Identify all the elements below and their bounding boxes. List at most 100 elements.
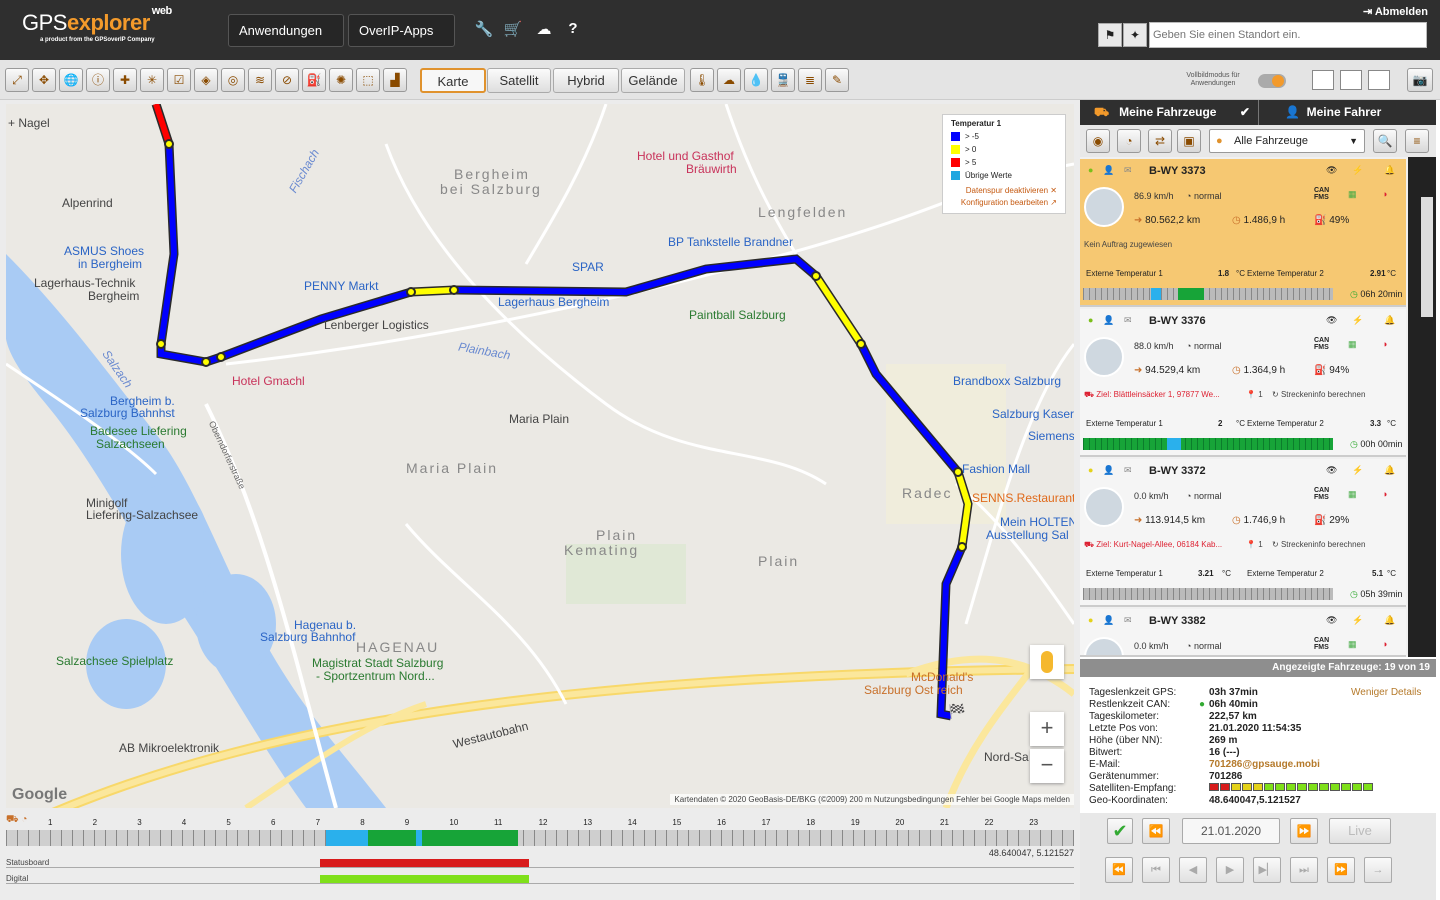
mail-icon[interactable]: ✉ [1124, 615, 1132, 626]
train-icon[interactable]: 🚆 [771, 68, 795, 92]
live-button[interactable]: Live [1329, 818, 1391, 844]
layers-icon[interactable]: ≣ [798, 68, 822, 92]
vehicle-card[interactable]: ● 👤 ✉ B-WY 3372 👁 ⚡ 🔔 0.0 km/h ◔ normal … [1080, 459, 1406, 607]
maptype-satellit[interactable]: Satellit [487, 68, 551, 93]
play-button[interactable]: ▶ [1216, 857, 1244, 883]
route-tool-icon[interactable]: ⤢ [5, 68, 29, 92]
checkmark-button[interactable]: ✔ [1107, 818, 1133, 844]
skip-end-button[interactable]: ⏭ [1290, 857, 1318, 883]
wrench-icon[interactable]: 🔧 [474, 20, 494, 38]
screen-icon[interactable]: ▣ [1177, 129, 1201, 153]
eye-icon[interactable]: 👁 [1326, 465, 1337, 476]
location-pin-button[interactable]: ⚑ [1098, 23, 1122, 47]
menu-overip-apps[interactable]: OverIP-Apps⌵ [348, 14, 455, 69]
mail-icon[interactable]: ✉ [1124, 315, 1132, 326]
vehicle-speed: 88.0 km/h [1134, 341, 1174, 351]
select-tool-icon[interactable]: ⬚ [356, 68, 380, 92]
chart-tool-icon[interactable]: ▟ [383, 68, 407, 92]
fuel-tool-icon[interactable]: ⛽ [302, 68, 326, 92]
route-info-link[interactable]: ↻ Streckeninfo berechnen [1272, 390, 1365, 399]
camera-icon[interactable]: 📷 [1407, 68, 1433, 92]
vehicle-destination[interactable]: ⛟ Ziel: Blättleinsäcker 1, 97877 We... [1084, 390, 1220, 400]
poi-add-icon[interactable]: ✳ [140, 68, 164, 92]
magic-wand-button[interactable]: ✦ [1123, 23, 1147, 47]
next-day-button[interactable]: ⏩ [1290, 818, 1318, 844]
thermometer-icon[interactable]: 🌡 [690, 68, 714, 92]
legend-deactivate-link[interactable]: Datenspur deaktivieren ✕ [951, 185, 1057, 197]
vehicle-card[interactable]: ● 👤 ✉ B-WY 3376 👁 ⚡ 🔔 88.0 km/h ◔ normal… [1080, 309, 1406, 457]
world-tool-icon[interactable]: 🌐 [59, 68, 83, 92]
pegman-icon[interactable] [1030, 645, 1064, 679]
eye-icon[interactable]: 👁 [1326, 165, 1337, 176]
map-attribution[interactable]: Kartendaten © 2020 GeoBasis-DE/BKG (©200… [670, 794, 1074, 805]
layout-right-icon[interactable] [1368, 70, 1390, 90]
route-info-link[interactable]: ↻ Streckeninfo berechnen [1272, 540, 1365, 549]
eye-icon[interactable]: 👁 [1326, 315, 1337, 326]
area-tool-icon[interactable]: ◈ [194, 68, 218, 92]
timeline[interactable]: ⛟ ◔ 1 2 3 4 5 6 7 8 9 10 11 12 13 14 15 16 17 18 19 20 21 22 2… [6, 814, 1074, 886]
rewind-fast-button[interactable]: ⏪ [1105, 857, 1133, 883]
swap-icon[interactable]: ⇄ [1148, 129, 1172, 153]
fullmode-toggle[interactable] [1258, 74, 1286, 88]
pen-icon[interactable]: ✎ [825, 68, 849, 92]
move-tool-icon[interactable]: ✥ [32, 68, 56, 92]
help-icon[interactable]: ? [563, 20, 583, 37]
circle-tool-icon[interactable]: ◎ [221, 68, 245, 92]
maptype-gelaende[interactable]: Gelände [621, 68, 685, 93]
fire-tool-icon[interactable]: ✺ [329, 68, 353, 92]
cloud-icon[interactable]: ☁ [534, 20, 554, 38]
ruler-tool-icon[interactable]: ⊘ [275, 68, 299, 92]
previous-day-button[interactable]: ⏪ [1142, 818, 1170, 844]
eye-icon[interactable]: 👁 [1326, 615, 1337, 626]
forward-fast-button[interactable]: ⏩ [1327, 857, 1355, 883]
maptype-karte[interactable]: Karte [420, 68, 486, 93]
zoom-in-button[interactable]: + [1030, 712, 1064, 746]
skip-start-button[interactable]: ⏮ [1142, 857, 1170, 883]
timeline-hour-label: 7 [315, 818, 321, 827]
gauge-icon[interactable]: ◔ [1117, 129, 1141, 153]
location-search-input[interactable] [1149, 22, 1427, 48]
mail-icon[interactable]: ✉ [1124, 465, 1132, 476]
vehicle-card[interactable]: ● 👤 ✉ B-WY 3373 👁 ⚡ 🔔 86.9 km/h ◔ normal… [1080, 159, 1406, 307]
status-dot-icon: ● [1088, 465, 1094, 475]
map-label-bergheim-area2: bei Salzburg [440, 181, 542, 197]
less-details-link[interactable]: Weniger Details [1351, 687, 1421, 698]
vehicle-card[interactable]: ● 👤 ✉ B-WY 3382 👁 ⚡ 🔔 0.0 km/h ◔ normal … [1080, 609, 1406, 657]
return-button[interactable]: → [1364, 857, 1392, 883]
target-icon[interactable]: ◉ [1086, 129, 1110, 153]
step-back-button[interactable]: ◀ [1179, 857, 1207, 883]
bell-icon[interactable]: 🔔 [1384, 315, 1395, 326]
bell-icon[interactable]: 🔔 [1384, 615, 1395, 626]
poi-tool-icon[interactable]: ✚ [113, 68, 137, 92]
weather-icon[interactable]: ☁ [717, 68, 741, 92]
info-tool-icon[interactable]: ⓘ [86, 68, 110, 92]
logout-link[interactable]: ⇥ Abmelden [1363, 5, 1428, 18]
signal-tool-icon[interactable]: ≋ [248, 68, 272, 92]
vehicle-destination[interactable]: ⛟ Ziel: Kurt-Nagel-Allee, 06184 Kab... [1084, 540, 1222, 550]
vehicle-list-scrollbar[interactable] [1408, 157, 1436, 657]
cart-icon[interactable]: 🛒 [503, 20, 523, 38]
step-forward-button[interactable]: ▶▏ [1253, 857, 1281, 883]
timeline-bar[interactable] [6, 830, 1074, 846]
menu-icon[interactable]: ≡ [1405, 129, 1429, 153]
mail-icon[interactable]: ✉ [1124, 165, 1132, 176]
drop-icon[interactable]: 💧 [744, 68, 768, 92]
layout-left-icon[interactable] [1312, 70, 1334, 90]
bell-icon[interactable]: 🔔 [1384, 165, 1395, 176]
vehicle-speed: 0.0 km/h [1134, 491, 1169, 501]
maptype-hybrid[interactable]: Hybrid [553, 68, 619, 93]
checklist-icon[interactable]: ☑ [167, 68, 191, 92]
layout-top-icon[interactable] [1340, 70, 1362, 90]
search-icon[interactable]: 🔍 [1373, 129, 1397, 153]
vehicle-hours: ◷ 1.486,9 h [1232, 215, 1286, 226]
map-canvas[interactable]: 🏁 + Nagel Alpenrind ASMUS Shoes in Bergh… [6, 104, 1074, 808]
email-link[interactable]: 701286@gpsauge.mobi [1209, 759, 1320, 770]
bell-icon[interactable]: 🔔 [1384, 465, 1395, 476]
vehicle-filter-select[interactable]: ● Alle Fahrzeuge ▼ [1209, 129, 1365, 153]
legend-config-link[interactable]: Konfiguration bearbeiten ↗ [951, 197, 1057, 209]
tab-vehicles[interactable]: ⛟ Meine Fahrzeuge ✔ [1094, 105, 1250, 121]
menu-anwendungen[interactable]: Anwendungen⌵ [228, 14, 344, 69]
date-display[interactable]: 21.01.2020 [1182, 818, 1280, 844]
tab-drivers[interactable]: 👤 Meine Fahrer [1285, 105, 1381, 119]
zoom-out-button[interactable]: − [1030, 749, 1064, 783]
